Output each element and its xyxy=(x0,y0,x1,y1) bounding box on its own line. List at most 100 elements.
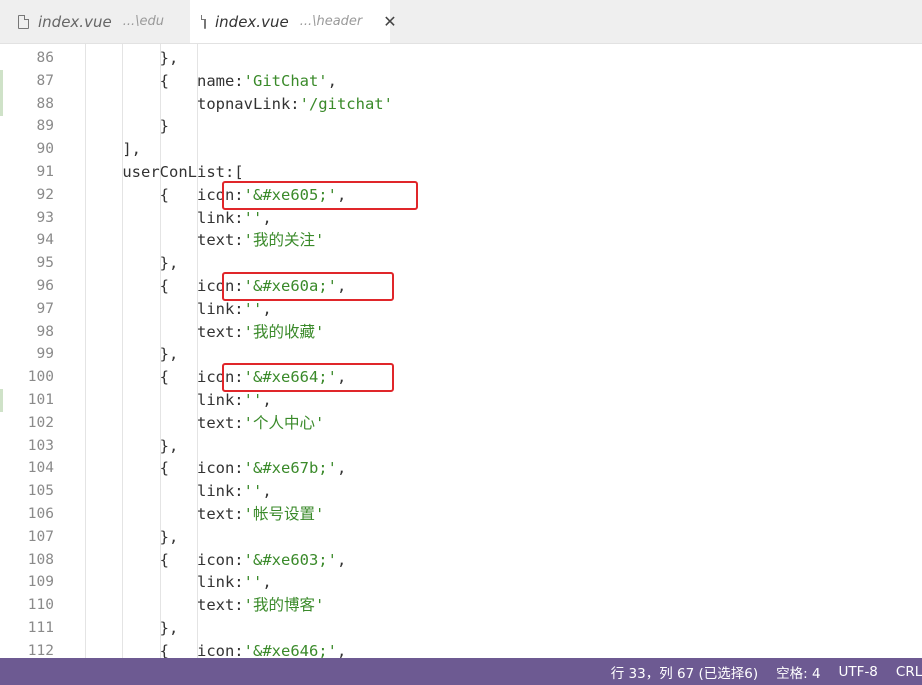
tab-file-path: ...\edu xyxy=(122,14,164,29)
string-token: '我的关注' xyxy=(243,231,325,250)
tab-file-name: index.vue xyxy=(38,12,112,31)
string-token: '' xyxy=(243,391,263,409)
tab-index-vue-header[interactable]: index.vue ...\header ✕ xyxy=(190,0,397,43)
file-icon xyxy=(201,14,206,29)
code-line[interactable]: { icon:'&#xe603;', xyxy=(85,549,347,572)
line-number: 106 xyxy=(27,506,54,522)
code-token: }, xyxy=(159,254,179,273)
code-line[interactable]: link:'', xyxy=(85,571,272,594)
code-line[interactable]: text:'我的博客' xyxy=(85,594,324,617)
line-number: 97 xyxy=(36,300,54,317)
red-highlight-box xyxy=(222,272,394,301)
code-token: { icon: xyxy=(159,459,244,478)
code-token: { icon: xyxy=(159,550,244,569)
string-token: '帐号设置' xyxy=(243,505,325,523)
line-number: 112 xyxy=(27,642,54,658)
code-editor[interactable]: 86 }, 87 { name:'GitChat', 88 topnavLink:'… xyxy=(0,44,922,658)
code-token: text: xyxy=(159,322,244,341)
code-token: userConList:[ xyxy=(122,163,244,181)
string-token: '' xyxy=(243,573,263,592)
red-highlight-box xyxy=(222,363,394,393)
code-token: ], xyxy=(122,140,141,159)
editor-tab-bar: index.vue ...\edu index.vue ...\header ✕ xyxy=(0,0,922,44)
line-number: 91 xyxy=(36,164,54,180)
code-token: link: xyxy=(159,299,244,318)
line-ending-setting[interactable]: CRLF xyxy=(896,664,922,680)
code-token: , xyxy=(336,550,347,569)
code-line[interactable]: topnavLink:'/gitchat' xyxy=(85,93,393,116)
code-line[interactable]: { icon:'&#xe646;', xyxy=(85,640,347,658)
code-token: , xyxy=(336,641,347,658)
line-number: 102 xyxy=(27,414,54,431)
code-token: text: xyxy=(159,413,244,432)
code-token: text: xyxy=(159,505,244,523)
code-line[interactable]: text:'个人中心' xyxy=(85,412,324,435)
code-token: text: xyxy=(159,231,244,250)
code-line[interactable]: { icon:'&#xe67b;', xyxy=(85,457,347,480)
code-line[interactable]: text:'我的关注' xyxy=(85,229,324,252)
code-line[interactable]: link:'', xyxy=(85,207,272,230)
line-number: 93 xyxy=(36,209,54,226)
code-token: link: xyxy=(159,482,244,501)
line-number: 98 xyxy=(36,323,54,340)
line-number: 111 xyxy=(27,620,54,636)
line-number: 94 xyxy=(36,232,54,249)
line-number: 90 xyxy=(36,141,54,158)
string-token: '&#xe646;' xyxy=(243,641,337,658)
code-line[interactable]: }, xyxy=(85,617,179,640)
code-line[interactable]: link:'', xyxy=(85,298,272,321)
code-token: }, xyxy=(159,49,179,67)
string-token: '我的收藏' xyxy=(243,322,325,341)
string-token: '&#xe67b;' xyxy=(243,459,337,478)
file-icon xyxy=(18,14,29,29)
tab-file-path: ...\header xyxy=(299,14,363,29)
line-number: 107 xyxy=(27,528,54,545)
code-line[interactable]: }, xyxy=(85,252,179,275)
code-token: { name: xyxy=(159,71,244,90)
line-number: 108 xyxy=(27,551,54,568)
code-token: , xyxy=(262,573,272,592)
line-number: 96 xyxy=(36,278,54,294)
line-number: 87 xyxy=(36,72,54,89)
string-token: '' xyxy=(243,299,263,318)
code-line[interactable]: text:'我的收藏' xyxy=(85,321,324,344)
code-line[interactable]: ], xyxy=(85,138,141,161)
code-token: link: xyxy=(159,391,244,409)
line-number: 86 xyxy=(36,50,54,66)
tab-index-vue-edu[interactable]: index.vue ...\edu xyxy=(4,0,190,43)
code-token: }, xyxy=(159,345,179,364)
line-number: 105 xyxy=(27,483,54,500)
code-line[interactable]: }, xyxy=(85,435,179,458)
encoding-setting[interactable]: UTF-8 xyxy=(839,664,878,680)
code-line[interactable]: link:'', xyxy=(85,480,272,503)
code-line[interactable]: link:'', xyxy=(85,389,272,412)
code-line[interactable]: userConList:[ xyxy=(85,161,244,184)
code-line[interactable]: text:'帐号设置' xyxy=(85,503,324,526)
line-number: 101 xyxy=(27,392,54,408)
code-token: , xyxy=(262,299,272,318)
line-number: 100 xyxy=(27,369,54,386)
code-line[interactable]: }, xyxy=(85,526,179,549)
string-token: '&#xe603;' xyxy=(243,550,337,569)
indentation-setting[interactable]: 空格: 4 xyxy=(776,662,820,682)
string-token: '/gitchat' xyxy=(299,94,393,113)
code-token: , xyxy=(327,71,337,90)
code-token: link: xyxy=(159,573,244,592)
line-number: 109 xyxy=(27,574,54,591)
code-line[interactable]: } xyxy=(85,115,169,138)
code-line[interactable]: { name:'GitChat', xyxy=(85,70,337,93)
string-token: '我的博客' xyxy=(243,596,325,615)
tab-file-name: index.vue xyxy=(215,12,289,31)
line-number: 89 xyxy=(36,118,54,135)
close-tab-icon[interactable]: ✕ xyxy=(383,12,396,31)
line-number: 88 xyxy=(36,95,54,112)
string-token: '' xyxy=(243,482,263,501)
string-token: '' xyxy=(243,208,263,227)
code-token: }, xyxy=(159,436,179,455)
cursor-position[interactable]: 行 33，列 67 (已选择6) xyxy=(611,662,758,682)
line-number: 110 xyxy=(27,597,54,614)
line-number: 103 xyxy=(27,437,54,454)
code-token: , xyxy=(262,208,272,227)
code-line[interactable]: }, xyxy=(85,343,179,366)
code-line[interactable]: }, xyxy=(85,47,179,70)
